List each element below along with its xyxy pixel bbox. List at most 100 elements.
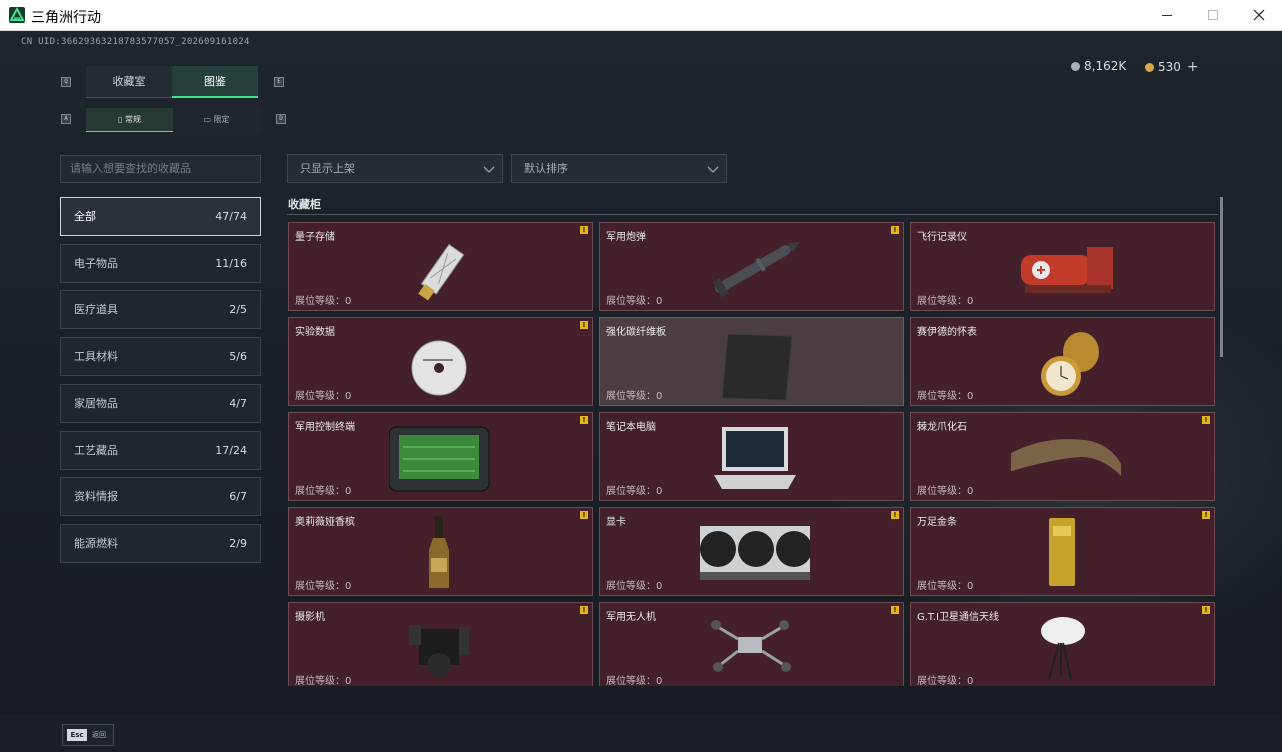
minimize-button[interactable]: [1144, 0, 1190, 31]
category-all[interactable]: 全部 47/74: [60, 197, 261, 236]
category-label: 工具材料: [74, 350, 118, 363]
esc-key-hint: Esc: [67, 729, 87, 741]
collection-card[interactable]: 显卡 ! 展位等级：0: [599, 507, 904, 596]
shelf-filter-dropdown[interactable]: 只显示上架: [287, 154, 503, 183]
currency-coins: 8,162K: [1071, 59, 1126, 73]
footer-bar: [0, 714, 1282, 752]
collection-card[interactable]: 万足金条 ! 展位等级：0: [910, 507, 1215, 596]
item-name: 强化碳纤维板: [606, 327, 666, 338]
maximize-button[interactable]: [1190, 0, 1236, 31]
item-name: 奥莉薇娅香槟: [295, 517, 355, 528]
category-household[interactable]: 家居物品 4/7: [60, 384, 261, 423]
collection-card[interactable]: 量子存储 ! 展位等级：0: [288, 222, 593, 311]
item-level: 展位等级：0: [295, 296, 352, 307]
tab-catalog[interactable]: 图鉴: [172, 66, 258, 98]
collection-card[interactable]: 赛伊德的怀表 展位等级：0: [910, 317, 1215, 406]
new-flag-icon: !: [1202, 606, 1210, 614]
category-label: 家居物品: [74, 397, 118, 410]
champagne-icon: [429, 516, 449, 588]
item-level: 展位等级：0: [295, 676, 352, 686]
category-count: 11/16: [215, 257, 247, 270]
new-flag-icon: !: [580, 321, 588, 329]
new-flag-icon: !: [580, 606, 588, 614]
close-button[interactable]: [1236, 0, 1282, 31]
carbon-plate-icon: [721, 333, 793, 401]
category-tools[interactable]: 工具材料 5/6: [60, 337, 261, 376]
scrollbar[interactable]: [1220, 197, 1223, 357]
sort-dropdown[interactable]: 默认排序: [511, 154, 727, 183]
currency-coins-value: 8,162K: [1084, 59, 1127, 73]
category-crafts[interactable]: 工艺藏品 17/24: [60, 431, 261, 470]
item-level: 展位等级：0: [917, 486, 974, 497]
collection-card[interactable]: 棘龙爪化石 ! 展位等级：0: [910, 412, 1215, 501]
collection-card[interactable]: 实验数据 ! 展位等级：0: [288, 317, 593, 406]
currency-premium: 530 +: [1145, 59, 1199, 75]
item-level: 展位等级：0: [917, 581, 974, 592]
chevron-down-icon: [483, 166, 495, 173]
tab-collection-room[interactable]: 收藏室: [86, 66, 172, 98]
category-label: 工艺藏品: [74, 444, 118, 457]
category-medical[interactable]: 医疗道具 2/5: [60, 290, 261, 329]
currency-premium-value: 530: [1158, 60, 1181, 74]
new-flag-icon: !: [580, 511, 588, 519]
category-label: 能源燃料: [74, 537, 118, 550]
category-label: 全部: [74, 210, 96, 223]
laptop-icon: [714, 427, 796, 489]
category-electronics[interactable]: 电子物品 11/16: [60, 244, 261, 283]
add-currency-button[interactable]: +: [1187, 59, 1199, 75]
section-divider: [287, 214, 1218, 215]
item-name: 摄影机: [295, 612, 325, 623]
collection-card[interactable]: 军用炮弹 ! 展位等级：0: [599, 222, 904, 311]
category-count: 47/74: [215, 210, 247, 223]
category-count: 6/7: [229, 490, 247, 503]
silver-coin-icon: [1071, 62, 1080, 71]
category-intel[interactable]: 资料情报 6/7: [60, 477, 261, 516]
satellite-dish-icon: [1041, 617, 1085, 680]
key-hint-d: D: [276, 114, 286, 124]
subtab-limited-label: 限定: [213, 115, 230, 124]
chevron-down-icon: [707, 166, 719, 173]
item-level: 展位等级：0: [606, 676, 663, 686]
back-button[interactable]: Esc 返回: [62, 724, 114, 746]
item-name: 棘龙爪化石: [917, 422, 967, 433]
subtab-limited[interactable]: ▭ 限定: [173, 108, 260, 132]
app-logo-icon: [9, 6, 25, 23]
key-hint-a: A: [61, 114, 71, 124]
bottle-icon: ▯: [118, 115, 123, 124]
collection-card[interactable]: 军用控制终端 ! 展位等级：0: [288, 412, 593, 501]
collection-card[interactable]: 笔记本电脑 展位等级：0: [599, 412, 904, 501]
category-count: 2/5: [229, 303, 247, 316]
collection-card[interactable]: G.T.I卫星通信天线 ! 展位等级：0: [910, 602, 1215, 686]
control-terminal-icon: [389, 426, 490, 492]
camera-icon: [409, 625, 469, 677]
claw-fossil-icon: [1011, 439, 1121, 476]
item-name: 军用炮弹: [606, 232, 646, 243]
new-flag-icon: !: [1202, 511, 1210, 519]
search-input[interactable]: 请输入想要查找的收藏品: [60, 155, 261, 183]
collection-card[interactable]: 奥莉薇娅香槟 ! 展位等级：0: [288, 507, 593, 596]
shelf-filter-label: 只显示上架: [300, 162, 355, 175]
sort-label: 默认排序: [524, 162, 568, 175]
item-name: 赛伊德的怀表: [917, 327, 977, 338]
window-title: 三角洲行动: [31, 10, 101, 26]
collection-card[interactable]: 飞行记录仪 展位等级：0: [910, 222, 1215, 311]
section-title: 收藏柜: [288, 198, 321, 211]
flight-recorder-icon: [1021, 247, 1113, 293]
item-level: 展位等级：0: [606, 581, 663, 592]
category-count: 2/9: [229, 537, 247, 550]
card-icon: ▭: [203, 115, 211, 124]
category-count: 17/24: [215, 444, 247, 457]
window-titlebar: 三角洲行动: [0, 0, 1282, 31]
graphics-card-icon: [700, 526, 810, 580]
subtab-regular[interactable]: ▯ 常规: [86, 108, 173, 132]
category-energy[interactable]: 能源燃料 2/9: [60, 524, 261, 563]
item-name: 军用无人机: [606, 612, 656, 623]
disc-icon: [411, 340, 467, 396]
new-flag-icon: !: [891, 511, 899, 519]
collection-card[interactable]: 强化碳纤维板 展位等级：0: [599, 317, 904, 406]
item-level: 展位等级：0: [295, 486, 352, 497]
collection-card[interactable]: 摄影机 ! 展位等级：0: [288, 602, 593, 686]
item-level: 展位等级：0: [295, 391, 352, 402]
item-name: G.T.I卫星通信天线: [917, 612, 999, 623]
collection-card[interactable]: 军用无人机 ! 展位等级：0: [599, 602, 904, 686]
